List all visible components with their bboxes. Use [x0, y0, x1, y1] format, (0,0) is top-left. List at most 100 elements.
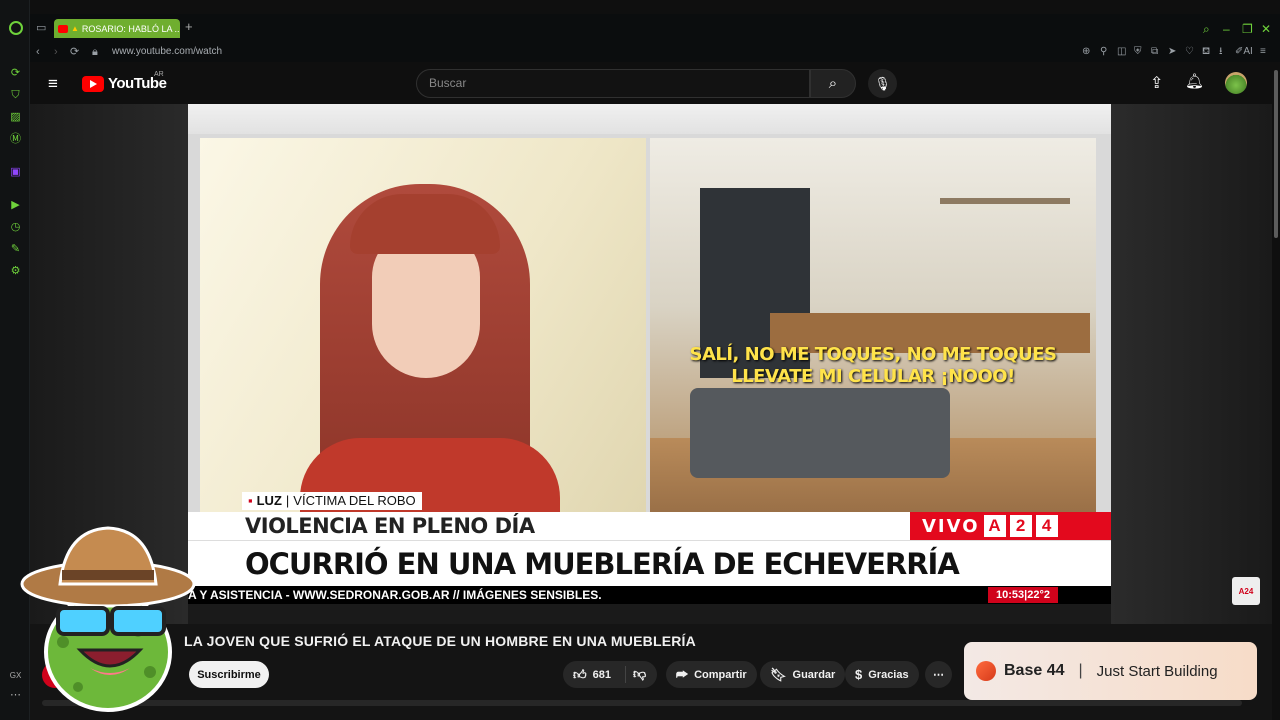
share-button[interactable]: ⮫ Compartir: [666, 661, 757, 688]
thanks-icon: $: [855, 667, 863, 682]
cactus-cowboy-sticker: [20, 526, 196, 712]
name-lower-third: ▪ LUZ | VÍCTIMA DEL ROBO: [242, 492, 422, 510]
address-bar: ‹ › ⟳ 🔒︎ www.youtube.com/watch ⊕ ⚲ ◫ ⛨ ⧉…: [30, 42, 1280, 62]
share-icon: ⮫: [676, 666, 689, 682]
like-icon[interactable]: 👍︎: [573, 667, 587, 683]
ai-icon[interactable]: ✐AI: [1235, 45, 1253, 59]
thanks-label: Gracias: [868, 668, 909, 681]
person-role: VÍCTIMA DEL ROBO: [293, 493, 416, 508]
name-dot: ▪: [248, 493, 253, 508]
more-actions-button[interactable]: ⋯: [925, 661, 952, 688]
youtube-page: ≡ YouTube AR Buscar ⌕ 🎙︎ ⇪ 🔔︎ SALÍ, NO M…: [30, 64, 1272, 720]
headline-small: VIOLENCIA EN PLENO DÍA: [188, 512, 910, 540]
refresh-icon[interactable]: ⟳: [9, 67, 22, 80]
interview-panel: [200, 138, 646, 518]
zoom-icon[interactable]: ⊕: [1082, 45, 1090, 59]
ledger-icon[interactable]: ▨: [9, 111, 22, 124]
cctv-panel: [650, 138, 1096, 512]
video-top-band: [188, 104, 1111, 134]
maximize-icon[interactable]: ❐: [1242, 22, 1253, 36]
video-player[interactable]: SALÍ, NO ME TOQUES, NO ME TOQUES LLEVATE…: [188, 104, 1111, 624]
save-button[interactable]: 🔖︎ Guardar: [760, 661, 846, 688]
avatar[interactable]: [1225, 72, 1247, 94]
ambient-glow-right: [1111, 104, 1272, 624]
ad-brand: Base 44: [1004, 662, 1065, 679]
channel-logo-digit: 2: [1009, 515, 1032, 537]
pin-icon[interactable]: ⚲: [1100, 45, 1107, 59]
channel-logo-letter: A: [983, 515, 1006, 537]
live-label: VIVO: [922, 515, 980, 537]
more-horizontal-icon: ⋯: [933, 669, 944, 681]
reload-icon[interactable]: ⟳: [70, 45, 79, 59]
search-tabs-icon[interactable]: ⌕: [1203, 22, 1210, 37]
lock-icon: 🔒︎: [92, 46, 98, 58]
page-scrollbar[interactable]: [1272, 64, 1280, 720]
voice-search-button[interactable]: 🎙︎: [868, 69, 897, 98]
new-tab-button[interactable]: +: [185, 19, 193, 34]
youtube-play-icon: [82, 75, 104, 92]
hamburger-menu-icon[interactable]: ≡: [48, 74, 64, 94]
video-subtitle: SALÍ, NO ME TOQUES, NO ME TOQUES LLEVATE…: [650, 344, 1096, 388]
opera-logo-icon[interactable]: [9, 21, 23, 35]
cube-icon[interactable]: ⧉: [1151, 45, 1158, 59]
live-badge: VIVO A 2 4: [910, 512, 1111, 540]
region-code: AR: [154, 71, 164, 78]
search-icon: ⌕: [828, 75, 838, 92]
url-field[interactable]: www.youtube.com/watch: [112, 45, 222, 59]
person-name: LUZ: [256, 493, 282, 508]
bookmark-icon: 🔖︎: [770, 666, 787, 682]
tab-title: ROSARIO: HABLÓ LA ...: [81, 23, 180, 34]
download-icon[interactable]: ⭳: [1219, 45, 1223, 59]
search-button[interactable]: ⌕: [810, 69, 856, 98]
back-icon[interactable]: ‹: [36, 45, 40, 59]
like-dislike-group: 👍︎ 681 👎︎: [563, 661, 657, 688]
ticker-clock: 10:53|22°2: [988, 587, 1058, 603]
share-label: Compartir: [694, 668, 747, 681]
tab-bar: ▭ ▲ ROSARIO: HABLÓ LA ... +: [30, 14, 1280, 42]
wallet-icon[interactable]: ⛾: [1202, 45, 1210, 59]
forward-icon[interactable]: ›: [54, 45, 58, 59]
send-icon[interactable]: ➤: [1168, 45, 1176, 59]
active-tab[interactable]: ▲ ROSARIO: HABLÓ LA ...: [54, 19, 180, 38]
player-icon[interactable]: ▶: [9, 199, 22, 212]
headline-big: OCURRIÓ EN UNA MUEBLERÍA DE ECHEVERRÍA: [188, 540, 1111, 586]
settings-icon[interactable]: ⚙: [9, 265, 22, 278]
menu-icon[interactable]: ≡: [1260, 45, 1266, 59]
twitch-icon[interactable]: ▣: [9, 166, 22, 179]
ticker-text: A Y ASISTENCIA - WWW.SEDRONAR.GOB.AR // …: [188, 588, 602, 602]
minimize-icon[interactable]: –: [1223, 22, 1230, 36]
history-icon[interactable]: ◷: [9, 221, 22, 234]
maps-icon[interactable]: Ⓜ: [9, 133, 22, 146]
channel-watermark[interactable]: A24: [1232, 577, 1260, 605]
dislike-icon[interactable]: 👎︎: [633, 666, 646, 682]
tab-list-icon[interactable]: ▭: [36, 21, 46, 34]
cctv-shelf: [940, 198, 1070, 204]
ad-banner[interactable]: Base 44 | Just Start Building: [964, 642, 1257, 700]
base44-logo-icon: [976, 661, 996, 681]
video-title: LA JOVEN QUE SUFRIÓ EL ATAQUE DE UN HOMB…: [184, 633, 696, 649]
news-ticker: A Y ASISTENCIA - WWW.SEDRONAR.GOB.AR // …: [188, 586, 1111, 604]
youtube-favicon-icon: [58, 24, 68, 33]
below-fold-strip: [42, 700, 1242, 706]
subtitle-line-1: SALÍ, NO ME TOQUES, NO ME TOQUES: [689, 344, 1057, 365]
bell-icon[interactable]: 🔔︎: [1185, 72, 1204, 90]
masthead: ≡ YouTube AR Buscar ⌕ 🎙︎ ⇪ 🔔︎: [30, 64, 1272, 104]
mic-icon: 🎙︎: [874, 75, 891, 91]
snapshot-icon[interactable]: ◫: [1117, 45, 1126, 59]
extensions-icon[interactable]: ✎: [9, 243, 22, 256]
like-count[interactable]: 681: [593, 669, 611, 681]
search-input[interactable]: Buscar: [416, 69, 810, 98]
upload-icon[interactable]: ⇪: [1150, 73, 1163, 93]
subscribe-button[interactable]: Suscribirme: [189, 661, 269, 688]
woman-bangs: [350, 194, 500, 254]
name-separator: |: [285, 493, 290, 508]
scrollbar-thumb[interactable]: [1274, 70, 1278, 238]
channel-logo-digit: 4: [1035, 515, 1058, 537]
shield-icon[interactable]: ⛨: [1134, 45, 1142, 59]
ad-tagline: Just Start Building: [1096, 662, 1218, 680]
heart-icon[interactable]: ♡: [1185, 45, 1194, 59]
bag-icon[interactable]: ⛉: [9, 89, 22, 102]
close-icon[interactable]: ✕: [1261, 22, 1271, 36]
thanks-button[interactable]: $ Gracias: [845, 661, 919, 688]
subtitle-line-2: LLEVATE MI CELULAR ¡NOOO!: [731, 366, 1015, 387]
